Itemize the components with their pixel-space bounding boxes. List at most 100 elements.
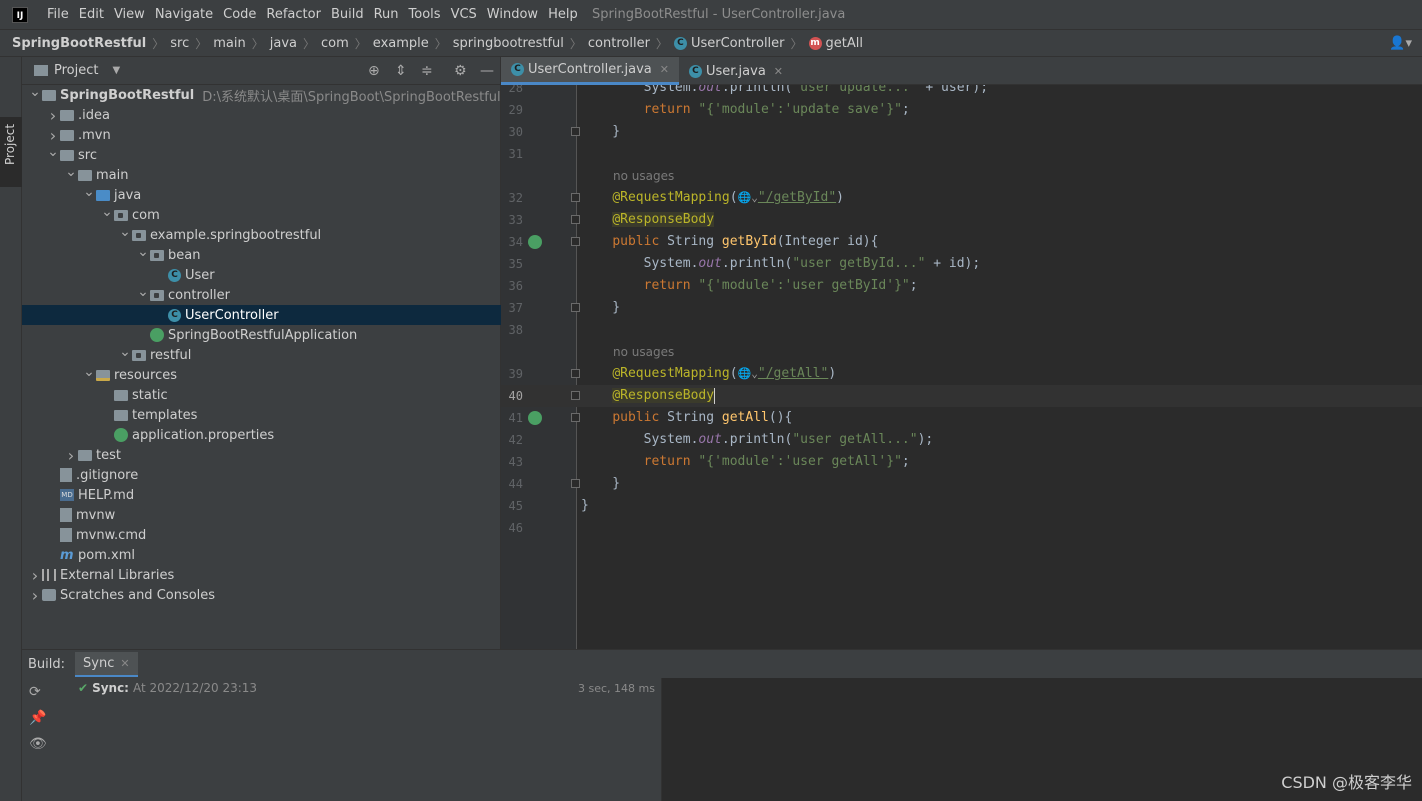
tree-item[interactable]: ⌄ bean (22, 244, 501, 265)
refresh-icon[interactable]: ⟳ (29, 684, 41, 700)
menu-vcs[interactable]: VCS (446, 7, 482, 22)
folder-icon (78, 449, 92, 461)
tree-item[interactable]: application.properties (22, 425, 501, 445)
collapse-all-icon[interactable]: ≑ (421, 63, 433, 79)
tab-sync[interactable]: Sync ✕ (75, 651, 138, 677)
chevron-right-icon[interactable]: › (46, 126, 60, 145)
menu-window[interactable]: Window (482, 7, 543, 22)
fold-marker-icon[interactable] (571, 215, 580, 224)
tree-item[interactable]: ⌄ java (22, 184, 501, 205)
expand-all-icon[interactable]: ⇕ (395, 63, 407, 79)
usages-hint[interactable]: no usages (613, 165, 674, 187)
tree-item[interactable]: ⌄ src (22, 144, 501, 165)
spring-endpoint-icon[interactable] (528, 411, 542, 425)
tree-item[interactable]: › External Libraries (22, 565, 501, 585)
locate-icon[interactable]: ⊕ (368, 63, 380, 79)
fold-marker-icon[interactable] (571, 479, 580, 488)
breadcrumb-item-java[interactable]: java (270, 36, 297, 51)
pin-icon[interactable]: 📌 (29, 710, 46, 726)
tree-item[interactable]: static (22, 385, 501, 405)
fold-marker-icon[interactable] (571, 413, 580, 422)
breadcrumb-item-controller[interactable]: controller (588, 36, 650, 51)
fold-marker-icon[interactable] (571, 391, 580, 400)
project-tool-tab-label[interactable]: Project (3, 124, 17, 165)
menu-navigate[interactable]: Navigate (150, 7, 218, 22)
tree-item[interactable]: m pom.xml (22, 545, 501, 565)
chevron-down-icon[interactable]: ⌄ (64, 164, 78, 180)
breadcrumb-item-src[interactable]: src (170, 36, 189, 51)
menu-edit[interactable]: Edit (74, 7, 109, 22)
fold-marker-icon[interactable] (571, 369, 580, 378)
user-account-icon[interactable]: 👤▾ (1389, 36, 1412, 51)
chevron-right-icon[interactable]: › (28, 566, 42, 585)
breadcrumb-method[interactable]: m getAll (808, 36, 863, 51)
breadcrumb-separator: 〉 (195, 36, 208, 51)
tree-item[interactable]: templates (22, 405, 501, 425)
tree-item[interactable]: ⌄ main (22, 164, 501, 185)
menu-help[interactable]: Help (543, 7, 583, 22)
chevron-right-icon[interactable]: › (28, 586, 42, 605)
menu-tools[interactable]: Tools (404, 7, 446, 22)
tree-item[interactable]: ⌄ controller (22, 284, 501, 305)
breadcrumb-item-springbootrestful[interactable]: springbootrestful (453, 36, 564, 51)
editor-tab[interactable]: C User.java ✕ (679, 57, 793, 85)
tree-item[interactable]: › test (22, 445, 501, 465)
tree-item[interactable]: .gitignore (22, 465, 501, 485)
chevron-down-icon[interactable]: ⌄ (118, 344, 132, 360)
tree-item[interactable]: MD HELP.md (22, 485, 501, 505)
breadcrumb-item-example[interactable]: example (373, 36, 429, 51)
breadcrumb-item-springbootrestful[interactable]: SpringBootRestful (12, 36, 146, 51)
chevron-down-icon[interactable]: ⌄ (46, 144, 60, 160)
tree-item[interactable]: C UserController (22, 305, 501, 325)
tree-item[interactable]: mvnw.cmd (22, 525, 501, 545)
tree-item[interactable]: ⌄ restful (22, 344, 501, 365)
resources-folder-icon (96, 369, 110, 381)
close-icon[interactable]: ✕ (774, 65, 783, 78)
chevron-down-icon[interactable]: ⌄ (136, 284, 150, 300)
chevron-down-icon[interactable]: ⌄ (28, 84, 42, 100)
menu-refactor[interactable]: Refactor (261, 7, 326, 22)
tree-item[interactable]: C User (22, 265, 501, 285)
chevron-right-icon[interactable]: › (46, 106, 60, 125)
fold-marker-icon[interactable] (571, 237, 580, 246)
menu-view[interactable]: View (109, 7, 150, 22)
tree-item[interactable]: mvnw (22, 505, 501, 525)
code-editor[interactable]: 28 System.out.println("user update..." +… (501, 85, 1422, 649)
usages-hint[interactable]: no usages (613, 341, 674, 363)
spring-endpoint-icon[interactable] (528, 235, 542, 249)
chevron-down-icon[interactable]: ⌄ (118, 224, 132, 240)
breadcrumb-item-main[interactable]: main (213, 36, 245, 51)
chevron-down-icon[interactable]: ⌄ (100, 204, 114, 220)
tree-item-label: restful (150, 347, 192, 363)
chevron-down-icon[interactable]: ⌄ (136, 244, 150, 260)
hide-panel-icon[interactable]: — (480, 63, 494, 79)
close-icon[interactable]: ✕ (120, 657, 129, 670)
menu-file[interactable]: File (42, 7, 74, 22)
chevron-down-icon[interactable]: ⌄ (82, 364, 96, 380)
breadcrumb-class[interactable]: C UserController (673, 36, 785, 51)
breadcrumb-item-com[interactable]: com (321, 36, 349, 51)
tree-item[interactable]: ⌄ example.springbootrestful (22, 224, 501, 245)
eye-icon[interactable]: 👁 (29, 736, 47, 752)
menu-build[interactable]: Build (326, 7, 369, 22)
tree-item[interactable]: ⌄ com (22, 204, 501, 225)
menu-code[interactable]: Code (218, 7, 261, 22)
chevron-right-icon[interactable]: › (64, 446, 78, 465)
menu-run[interactable]: Run (369, 7, 404, 22)
fold-marker-icon[interactable] (571, 127, 580, 136)
tree-item[interactable]: › Scratches and Consoles (22, 585, 501, 605)
chevron-down-icon[interactable]: ▼ (112, 65, 120, 76)
close-icon[interactable]: ✕ (660, 63, 669, 76)
tree-item[interactable]: SpringBootRestfulApplication (22, 325, 501, 345)
tree-item[interactable]: ⌄ SpringBootRestful D:\系统默认\桌面\SpringBoot\… (22, 84, 501, 105)
tree-item[interactable]: › .mvn (22, 125, 501, 145)
chevron-down-icon[interactable]: ⌄ (82, 184, 96, 200)
build-sync-row[interactable]: ✔ Sync: At 2022/12/20 23:13 (78, 681, 257, 695)
tree-item[interactable]: › .idea (22, 105, 501, 125)
project-view-selector[interactable]: Project (54, 63, 98, 78)
fold-marker-icon[interactable] (571, 303, 580, 312)
gear-icon[interactable]: ⚙ (454, 63, 467, 79)
editor-tab[interactable]: C UserController.java ✕ (501, 57, 679, 85)
tree-item[interactable]: ⌄ resources (22, 364, 501, 385)
fold-marker-icon[interactable] (571, 193, 580, 202)
